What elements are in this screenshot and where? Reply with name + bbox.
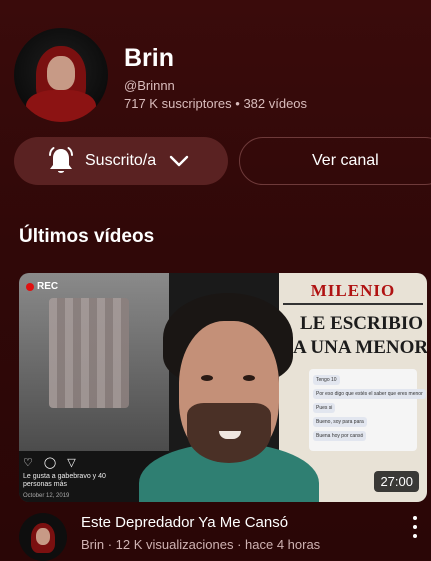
more-dot <box>413 516 417 520</box>
person-eye <box>201 375 213 381</box>
channel-stats: 717 K suscriptores • 382 vídeos <box>124 96 308 111</box>
channel-avatar[interactable] <box>14 28 108 122</box>
channel-page: Brin @Brinnn 717 K suscriptores • 382 ví… <box>0 0 431 561</box>
video-title[interactable]: Este Depredador Ya Me Cansó <box>81 514 288 531</box>
chat-screenshot: Tengo 10 Por eso digo que estés el saber… <box>309 369 426 451</box>
avatar-head <box>36 528 50 545</box>
subscribed-button[interactable]: Suscrito/a <box>14 137 228 185</box>
duration-badge: 27:00 <box>374 471 419 492</box>
channel-name: Brin <box>124 44 174 72</box>
video-channel-avatar[interactable] <box>19 513 67 561</box>
rec-label: REC <box>37 281 59 292</box>
more-vert-icon[interactable] <box>408 516 422 538</box>
chat-message: Buena hoy por cansó <box>313 431 367 441</box>
post-date: October 12, 2019 <box>23 493 70 499</box>
person-eye <box>243 375 255 381</box>
post-likes: Le gusta a gabebravo y 40 personas más <box>23 473 106 488</box>
chat-message: Por eso digo que estés el saber que eres… <box>313 389 426 399</box>
more-dot <box>413 525 417 529</box>
bell-icon <box>46 146 76 176</box>
avatar-head <box>47 56 75 90</box>
rec-badge: REC <box>26 281 58 292</box>
more-dot <box>413 534 417 538</box>
post-action-icons: ♡ ◯ ▽ <box>23 457 80 469</box>
blurred-photo <box>49 298 129 408</box>
channel-header: Brin @Brinnn 717 K suscriptores • 382 ví… <box>14 28 431 124</box>
rec-dot-icon <box>26 282 34 291</box>
thumbnail-person <box>139 293 319 502</box>
video-meta: Brin · 12 K visualizaciones · hace 4 hor… <box>81 537 321 552</box>
video-thumbnail[interactable]: REC ♡ ◯ ▽ Le gusta a gabebravo y 40 pers… <box>19 273 427 502</box>
avatar-body <box>26 90 96 122</box>
section-title: Últimos vídeos <box>19 226 155 247</box>
chevron-down-icon <box>168 150 190 172</box>
view-channel-button[interactable]: Ver canal <box>239 137 431 185</box>
chat-message: Bueno, soy para para <box>313 417 367 427</box>
channel-handle: @Brinnn <box>124 78 175 93</box>
subscribed-label: Suscrito/a <box>85 152 157 169</box>
